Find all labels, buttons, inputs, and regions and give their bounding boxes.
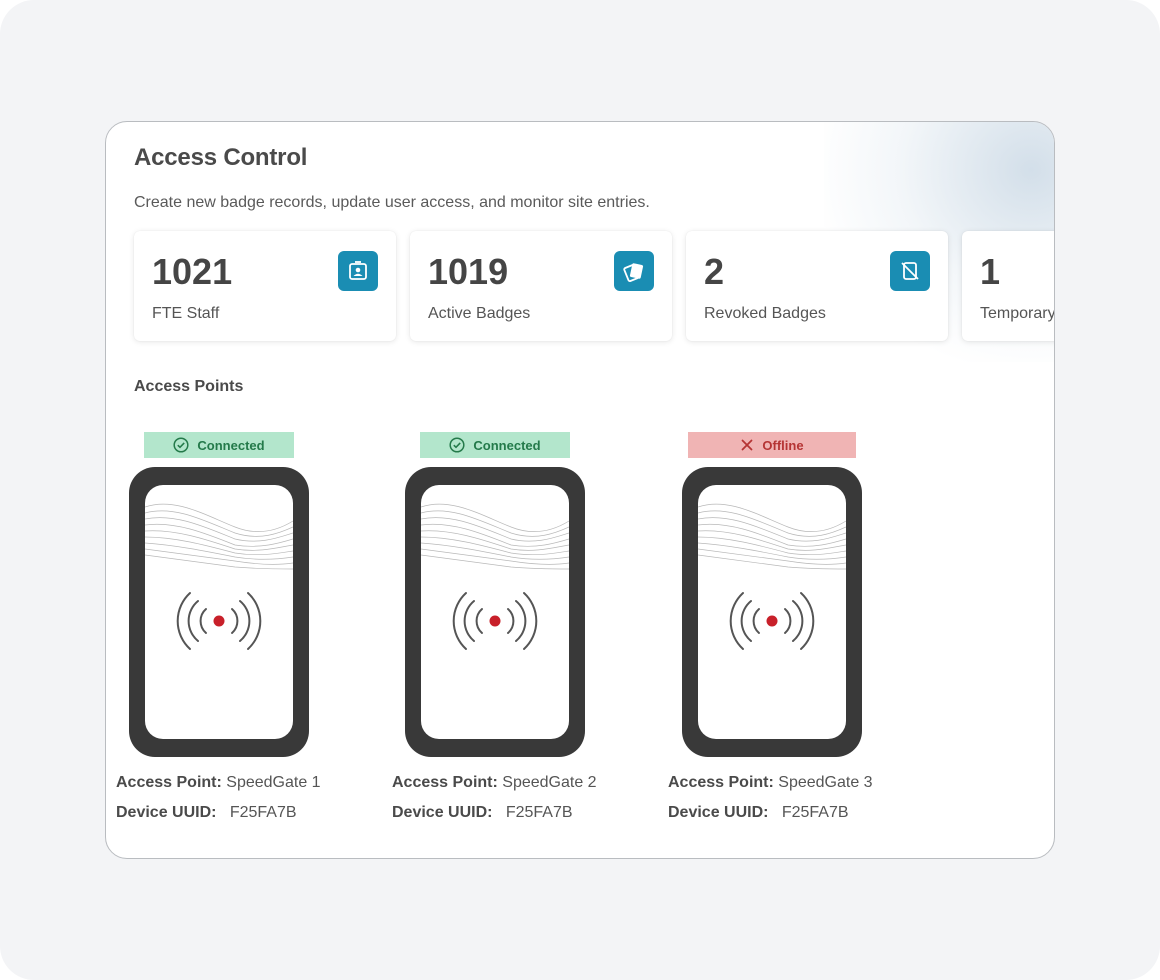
- device-uuid: F25FA7B: [505, 804, 573, 821]
- stat-label: Revoked Badges: [704, 305, 826, 322]
- stat-card-fte-staff[interactable]: 1021 FTE Staff: [134, 231, 396, 341]
- status-text: Offline: [762, 437, 804, 453]
- access-point-card[interactable]: Connected: [392, 432, 622, 822]
- reader-screen: [698, 485, 846, 739]
- access-point-card[interactable]: Connected: [116, 432, 346, 822]
- id-badge-icon: [338, 251, 378, 291]
- stat-value: 2: [704, 251, 725, 292]
- status-badge: Offline: [688, 432, 856, 458]
- rfid-reader-device: [129, 467, 309, 757]
- check-circle-icon: [173, 437, 189, 453]
- access-point-info: Access Point: SpeedGate 1 Device UUID: F…: [116, 768, 321, 828]
- stat-label: Active Badges: [428, 305, 531, 322]
- stat-card-active-badges[interactable]: 1019 Active Badges: [410, 231, 672, 341]
- rfid-reader-device: [682, 467, 862, 757]
- device-uuid: F25FA7B: [229, 804, 297, 821]
- uuid-label: Device UUID:: [668, 804, 769, 821]
- status-text: Connected: [473, 437, 541, 453]
- device-uuid: F25FA7B: [781, 804, 849, 821]
- stat-value: 1019: [428, 251, 509, 292]
- badge-cards-icon: [614, 251, 654, 291]
- status-text: Connected: [197, 437, 265, 453]
- uuid-label: Device UUID:: [116, 804, 217, 821]
- page-subtitle: Create new badge records, update user ac…: [134, 194, 650, 211]
- page-background: Access Control Create new badge records,…: [0, 0, 1160, 980]
- access-point-info: Access Point: SpeedGate 2 Device UUID: F…: [392, 768, 597, 828]
- access-point-name: SpeedGate 3: [778, 774, 873, 791]
- status-badge: Connected: [420, 432, 570, 458]
- access-point-label: Access Point:: [668, 774, 774, 791]
- stat-label: Temporary: [980, 305, 1055, 322]
- uuid-label: Device UUID:: [392, 804, 493, 821]
- stat-value: 1021: [152, 251, 233, 292]
- reader-screen: [145, 485, 293, 739]
- stat-label: FTE Staff: [152, 305, 220, 322]
- access-point-label: Access Point:: [116, 774, 222, 791]
- access-point-label: Access Point:: [392, 774, 498, 791]
- close-icon: [742, 439, 753, 451]
- rfid-dot: [213, 615, 225, 627]
- reader-screen: [421, 485, 569, 739]
- stat-card-temporary[interactable]: 1 Temporary: [962, 231, 1055, 341]
- stat-value: 1: [980, 251, 1001, 292]
- stat-card-revoked-badges[interactable]: 2 Revoked Badges: [686, 231, 948, 341]
- check-circle-icon: [449, 437, 465, 453]
- rfid-reader-device: [405, 467, 585, 757]
- status-badge: Connected: [144, 432, 294, 458]
- rfid-dot: [489, 615, 501, 627]
- revoked-badge-icon: [890, 251, 930, 291]
- access-point-name: SpeedGate 2: [502, 774, 597, 791]
- access-point-info: Access Point: SpeedGate 3 Device UUID: F…: [668, 768, 873, 828]
- access-points-heading: Access Points: [134, 378, 244, 395]
- access-point-card[interactable]: Offline Access Point: SpeedGate 3 Device…: [668, 432, 898, 822]
- access-control-panel: Access Control Create new badge records,…: [105, 121, 1055, 859]
- access-point-name: SpeedGate 1: [226, 774, 321, 791]
- page-title: Access Control: [134, 144, 308, 171]
- rfid-dot: [766, 615, 778, 627]
